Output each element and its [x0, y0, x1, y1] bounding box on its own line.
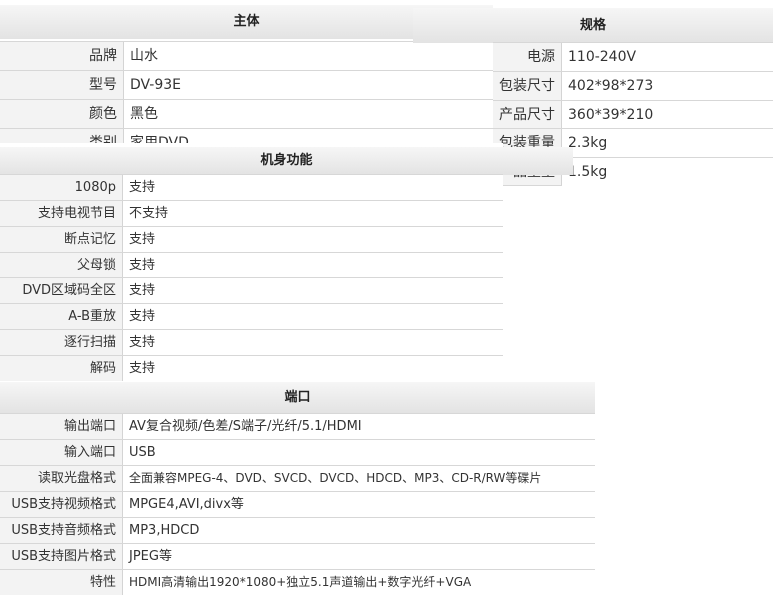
spec-row: DVD区域码全区 支持: [0, 277, 503, 303]
spec-label: 输出端口: [0, 414, 123, 439]
spec-value: 支持: [123, 175, 503, 200]
spec-row: 品牌 山水: [0, 41, 493, 70]
spec-row: 颜色 黑色: [0, 99, 493, 128]
spec-label: 1080p: [0, 175, 123, 200]
spec-row: 型号 DV-93E: [0, 70, 493, 99]
spec-value: 支持: [123, 227, 503, 252]
spec-value: DV-93E: [124, 71, 493, 99]
spec-label: 输入端口: [0, 440, 123, 465]
spec-label: USB支持音频格式: [0, 518, 123, 543]
spec-row: 逐行扫描 支持: [0, 329, 503, 355]
spec-value: 支持: [123, 356, 503, 381]
spec-label: 产品尺寸: [493, 101, 562, 129]
spec-value: 支持: [123, 278, 503, 303]
spec-label: 型号: [0, 71, 124, 99]
features-section-title: 机身功能: [0, 147, 573, 175]
spec-row: 特性 HDMI高清输出1920*1080+独立5.1声道输出+数字光纤+VGA: [0, 569, 595, 595]
features-panel: 机身功能 1080p 支持 支持电视节目 不支持 断点记忆 支持 父母锁 支持 …: [0, 143, 573, 383]
spec-row: 包装尺寸 402*98*273: [493, 71, 773, 100]
spec-label: 颜色: [0, 100, 124, 128]
spec-value: HDMI高清输出1920*1080+独立5.1声道输出+数字光纤+VGA: [123, 570, 595, 595]
spec-value: 2.3kg: [562, 129, 773, 157]
spec-value: 不支持: [123, 201, 503, 226]
spec-value: 支持: [123, 253, 503, 278]
spec-value: AV复合视频/色差/S端子/光纤/5.1/HDMI: [123, 414, 595, 439]
spec-row: USB支持图片格式 JPEG等: [0, 543, 595, 569]
spec-value: 山水: [124, 42, 493, 70]
spec-label: 包装尺寸: [493, 72, 562, 100]
spec-value: 支持: [123, 330, 503, 355]
spec-value: 黑色: [124, 100, 493, 128]
spec-value: USB: [123, 440, 595, 465]
spec-label: 断点记忆: [0, 227, 123, 252]
spec-value: 110-240V: [562, 43, 773, 71]
spec-row: USB支持音频格式 MP3,HDCD: [0, 517, 595, 543]
spec-row: 输出端口 AV复合视频/色差/S端子/光纤/5.1/HDMI: [0, 413, 595, 439]
spec-row: 断点记忆 支持: [0, 226, 503, 252]
spec-value: MPGE4,AVI,divx等: [123, 492, 595, 517]
spec-value: JPEG等: [123, 544, 595, 569]
spec-value: 支持: [123, 304, 503, 329]
spec-label: 读取光盘格式: [0, 466, 123, 491]
ports-section-title: 端口: [0, 382, 595, 413]
divider: [493, 185, 562, 186]
spec-value: 402*98*273: [562, 72, 773, 100]
spec-row: 解码 支持: [0, 355, 503, 381]
ports-panel: 端口 输出端口 AV复合视频/色差/S端子/光纤/5.1/HDMI 输入端口 U…: [0, 382, 595, 600]
spec-row: 1080p 支持: [0, 174, 503, 200]
spec-label: USB支持图片格式: [0, 544, 123, 569]
spec-value: MP3,HDCD: [123, 518, 595, 543]
spec-label: 父母锁: [0, 253, 123, 278]
spec-row: USB支持视频格式 MPGE4,AVI,divx等: [0, 491, 595, 517]
spec-value: 全面兼容MPEG-4、DVD、SVCD、DVCD、HDCD、MP3、CD-R/R…: [123, 466, 595, 491]
spec-label: USB支持视频格式: [0, 492, 123, 517]
spec-label: 品牌: [0, 42, 124, 70]
spec-label: 支持电视节目: [0, 201, 123, 226]
spec-row: A-B重放 支持: [0, 303, 503, 329]
spec-label: 解码: [0, 356, 123, 381]
spec-label: 电源: [493, 43, 562, 71]
spec-row: 电源 110-240V: [493, 42, 773, 71]
spec-row: 产品尺寸 360*39*210: [493, 100, 773, 129]
spec-label: DVD区域码全区: [0, 278, 123, 303]
spec-label: 逐行扫描: [0, 330, 123, 355]
spec-row: 读取光盘格式 全面兼容MPEG-4、DVD、SVCD、DVCD、HDCD、MP3…: [0, 465, 595, 491]
spec-label: 特性: [0, 570, 123, 595]
specs-section-title: 规格: [413, 8, 773, 43]
spec-value: 1.5kg: [562, 158, 773, 186]
spec-row: 输入端口 USB: [0, 439, 595, 465]
spec-row: 支持电视节目 不支持: [0, 200, 503, 226]
spec-label: A-B重放: [0, 304, 123, 329]
spec-value: 360*39*210: [562, 101, 773, 129]
spec-row: 父母锁 支持: [0, 252, 503, 278]
